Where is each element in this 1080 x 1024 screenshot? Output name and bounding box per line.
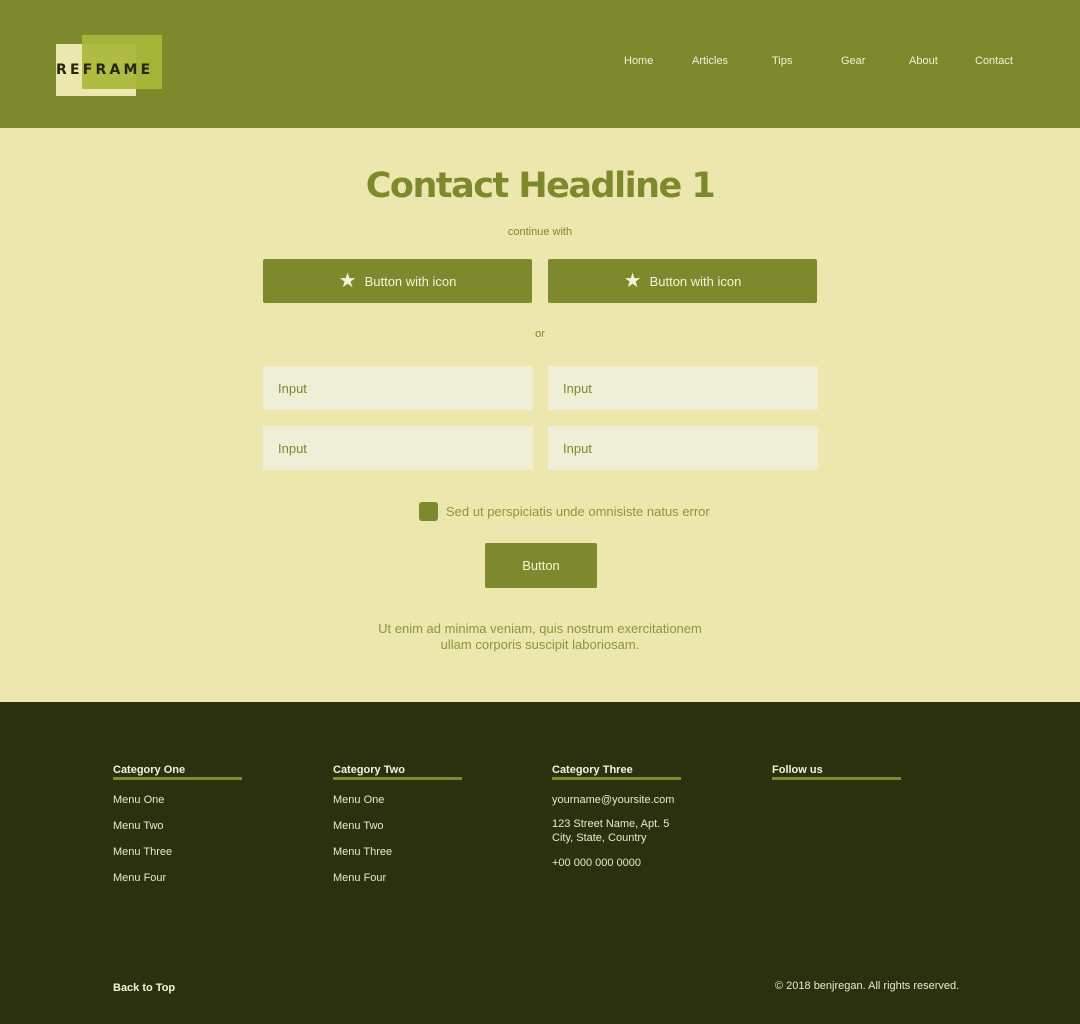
nav-contact[interactable]: Contact — [975, 55, 1013, 67]
nav-home[interactable]: Home — [624, 55, 653, 67]
footer-link-menu-four[interactable]: Menu Four — [113, 872, 166, 884]
footer-category-two-title: Category Two — [333, 764, 462, 780]
star-icon: ★ — [623, 270, 642, 292]
contact-section: Contact Headline 1 continue with ★ Butto… — [0, 128, 1080, 702]
footer-link-menu-three[interactable]: Menu Three — [113, 846, 172, 858]
nav-tips[interactable]: Tips — [772, 55, 792, 67]
input-field-2[interactable] — [548, 366, 818, 410]
site-header: REFRAME Home Articles Tips Gear About Co… — [0, 0, 1080, 128]
consent-checkbox[interactable] — [419, 502, 438, 521]
input-field-4[interactable] — [548, 426, 818, 470]
icon-button-2[interactable]: ★ Button with icon — [548, 259, 817, 303]
back-to-top-link[interactable]: Back to Top — [113, 982, 175, 994]
footer-address-line-2: City, State, Country — [552, 832, 647, 844]
icon-button-1[interactable]: ★ Button with icon — [263, 259, 532, 303]
note-line-1: Ut enim ad minima veniam, quis nostrum e… — [378, 621, 702, 636]
reframe-logo[interactable]: REFRAME — [56, 35, 162, 97]
icon-button-label: Button with icon — [649, 273, 742, 289]
footer-link-menu-two[interactable]: Menu Two — [333, 820, 384, 832]
footer-email-link[interactable]: yourname@yoursite.com — [552, 794, 674, 806]
page-title: Contact Headline 1 — [365, 166, 716, 206]
footer-follow-us-title: Follow us — [772, 764, 901, 780]
or-divider-text: or — [535, 328, 545, 340]
footer-link-menu-three[interactable]: Menu Three — [333, 846, 392, 858]
note-line-2: ullam corporis suscipit laboriosam. — [440, 637, 640, 652]
footer-address-line-1: 123 Street Name, Apt. 5 — [552, 818, 670, 830]
submit-button[interactable]: Button — [485, 543, 597, 588]
site-footer: Category One Menu One Menu Two Menu Thre… — [0, 702, 1080, 1024]
nav-about[interactable]: About — [909, 55, 938, 67]
footer-link-menu-four[interactable]: Menu Four — [333, 872, 386, 884]
footer-phone: +00 000 000 0000 — [552, 857, 642, 869]
footer-category-one-title: Category One — [113, 764, 242, 780]
continue-with-text: continue with — [507, 226, 573, 238]
star-icon: ★ — [338, 270, 357, 292]
logo-wordmark: REFRAME — [56, 62, 154, 78]
footer-link-menu-one[interactable]: Menu One — [113, 794, 164, 806]
footer-link-menu-two[interactable]: Menu Two — [113, 820, 164, 832]
footer-link-menu-one[interactable]: Menu One — [333, 794, 384, 806]
consent-checkbox-label: Sed ut perspiciatis unde omnisiste natus… — [446, 504, 710, 519]
footer-category-three-title: Category Three — [552, 764, 681, 780]
input-field-3[interactable] — [263, 426, 533, 470]
nav-articles[interactable]: Articles — [692, 55, 728, 67]
copyright-text: © 2018 benjregan. All rights reserved. — [775, 980, 960, 992]
input-field-1[interactable] — [263, 366, 533, 410]
nav-gear[interactable]: Gear — [841, 55, 865, 67]
icon-button-label: Button with icon — [364, 273, 457, 289]
